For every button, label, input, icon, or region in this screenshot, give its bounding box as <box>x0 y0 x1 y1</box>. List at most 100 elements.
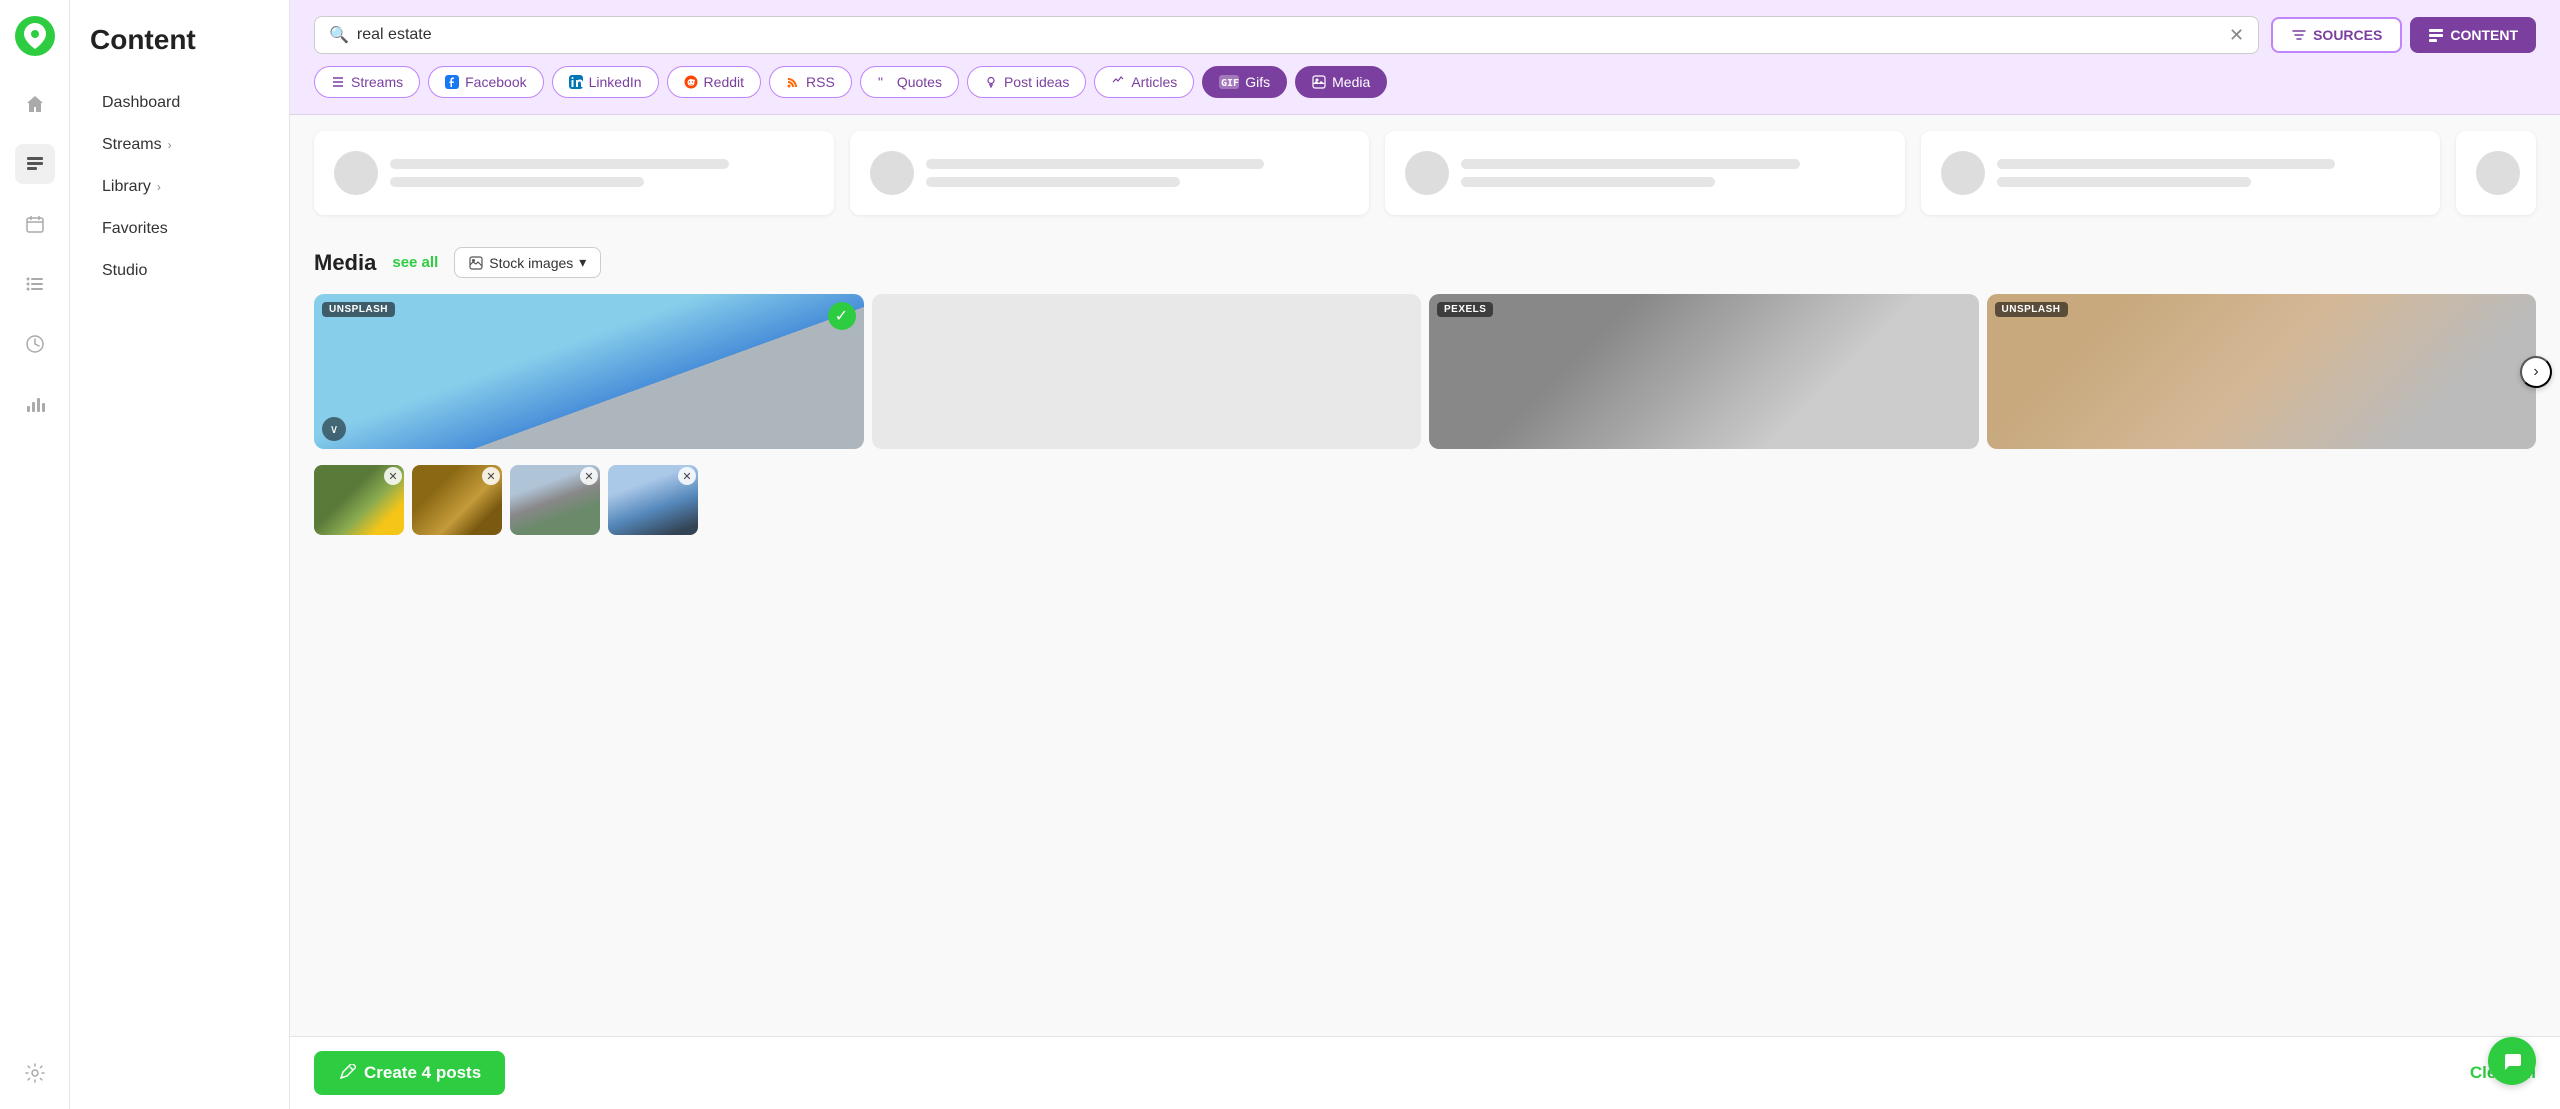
search-icon: 🔍 <box>329 25 349 45</box>
card-line <box>1461 159 1800 169</box>
sidebar-item-streams[interactable]: Streams › <box>90 126 269 164</box>
media-selected-check: ✓ <box>828 302 856 330</box>
search-clear-button[interactable]: ✕ <box>2229 26 2244 44</box>
card-line <box>926 177 1180 187</box>
sidebar-item-studio[interactable]: Studio <box>90 252 269 290</box>
selected-thumb-eagle[interactable]: ✕ <box>314 465 404 535</box>
chevron-right-icon: › <box>157 180 161 194</box>
card-avatar <box>2476 151 2520 195</box>
section-header: Media see all Stock images ▾ <box>314 247 2536 278</box>
content-area: Media see all Stock images ▾ UNSPLASH ✓ … <box>290 115 2560 1036</box>
chevron-right-icon: › <box>168 138 172 152</box>
filter-tab-articles[interactable]: Articles <box>1094 66 1194 98</box>
filter-tab-reddit[interactable]: Reddit <box>667 66 761 98</box>
card-line <box>390 177 644 187</box>
top-bar: 🔍 ✕ SOURCES CONTENT Streams <box>290 0 2560 115</box>
sidebar-item-label: Library <box>102 178 151 196</box>
bottom-bar: Create 4 posts Clear all <box>290 1036 2560 1109</box>
filter-tab-quotes[interactable]: " Quotes <box>860 66 959 98</box>
search-row: 🔍 ✕ SOURCES CONTENT <box>314 16 2536 54</box>
card-lines <box>1461 159 1885 187</box>
stock-images-button[interactable]: Stock images ▾ <box>454 247 601 278</box>
top-right-buttons: SOURCES CONTENT <box>2271 17 2536 53</box>
remove-thumb-button[interactable]: ✕ <box>678 467 696 485</box>
settings-icon[interactable] <box>15 1053 55 1093</box>
media-next-button[interactable]: › <box>2520 356 2552 388</box>
sidebar-item-favorites[interactable]: Favorites <box>90 210 269 248</box>
media-section: Media see all Stock images ▾ UNSPLASH ✓ … <box>290 231 2560 465</box>
search-box: 🔍 ✕ <box>314 16 2259 54</box>
main-content: 🔍 ✕ SOURCES CONTENT Streams <box>290 0 2560 1109</box>
svg-text:": " <box>878 75 883 89</box>
calendar-icon[interactable] <box>15 204 55 244</box>
sidebar-item-label: Streams <box>102 136 162 154</box>
chevron-down-icon: ▾ <box>579 254 586 271</box>
media-badge-unsplash: UNSPLASH <box>322 302 395 317</box>
sidebar-item-label: Favorites <box>102 220 168 238</box>
home-icon[interactable] <box>15 84 55 124</box>
filter-tab-facebook[interactable]: Facebook <box>428 66 543 98</box>
selected-thumb-lion[interactable]: ✕ <box>412 465 502 535</box>
see-all-link[interactable]: see all <box>392 254 438 271</box>
sidebar-item-library[interactable]: Library › <box>90 168 269 206</box>
card-avatar <box>1405 151 1449 195</box>
sources-button[interactable]: SOURCES <box>2271 17 2402 53</box>
media-item-1[interactable]: UNSPLASH ✓ ∨ <box>314 294 864 449</box>
card-avatar <box>870 151 914 195</box>
create-posts-button[interactable]: Create 4 posts <box>314 1051 505 1095</box>
filter-tab-streams[interactable]: Streams <box>314 66 420 98</box>
remove-thumb-button[interactable]: ✕ <box>482 467 500 485</box>
card-item <box>1385 131 1905 215</box>
list-icon[interactable] <box>15 264 55 304</box>
content-icon[interactable] <box>15 144 55 184</box>
media-badge-unsplash-2: UNSPLASH <box>1995 302 2068 317</box>
create-posts-label: Create 4 posts <box>364 1063 481 1083</box>
filter-tab-media[interactable]: Media <box>1295 66 1387 98</box>
card-avatar <box>334 151 378 195</box>
chat-bubble-button[interactable] <box>2488 1037 2536 1085</box>
card-item <box>850 131 1370 215</box>
sidebar-item-label: Studio <box>102 262 147 280</box>
card-item <box>2456 131 2536 215</box>
media-item-4[interactable]: UNSPLASH <box>1987 294 2537 449</box>
schedule-icon[interactable] <box>15 324 55 364</box>
svg-text:GIF: GIF <box>1221 78 1239 89</box>
media-item-3[interactable]: PEXELS <box>1429 294 1979 449</box>
card-item <box>314 131 834 215</box>
sidebar-item-label: Dashboard <box>102 94 180 112</box>
search-input[interactable] <box>357 26 2221 44</box>
card-line <box>926 159 1265 169</box>
app-logo[interactable] <box>15 16 55 56</box>
media-grid: UNSPLASH ✓ ∨ PEXELS UNSPLASH › <box>314 294 2536 449</box>
filter-tab-rss[interactable]: RSS <box>769 66 852 98</box>
cards-row <box>290 115 2560 231</box>
filter-tab-post-ideas[interactable]: Post ideas <box>967 66 1086 98</box>
sidebar-item-dashboard[interactable]: Dashboard <box>90 84 269 122</box>
card-line <box>1461 177 1715 187</box>
card-line <box>1997 177 2251 187</box>
filter-tab-gifs[interactable]: GIF Gifs <box>1202 66 1287 98</box>
sidebar-nav: Dashboard Streams › Library › Favorites … <box>90 84 269 290</box>
content-button[interactable]: CONTENT <box>2410 17 2536 53</box>
media-item-2[interactable] <box>872 294 1422 449</box>
sidebar-title: Content <box>90 24 269 56</box>
media-badge-pexels: PEXELS <box>1437 302 1493 317</box>
media-section-title: Media <box>314 250 376 276</box>
icon-bar <box>0 0 70 1109</box>
card-item <box>1921 131 2441 215</box>
card-line <box>390 159 729 169</box>
card-lines <box>1997 159 2421 187</box>
analytics-icon[interactable] <box>15 384 55 424</box>
selected-thumb-city[interactable]: ✕ <box>608 465 698 535</box>
card-avatar <box>1941 151 1985 195</box>
card-lines <box>390 159 814 187</box>
selected-thumb-person[interactable]: ✕ <box>510 465 600 535</box>
sidebar: Content Dashboard Streams › Library › Fa… <box>70 0 290 1109</box>
card-line <box>1997 159 2336 169</box>
card-lines <box>926 159 1350 187</box>
remove-thumb-button[interactable]: ✕ <box>580 467 598 485</box>
remove-thumb-button[interactable]: ✕ <box>384 467 402 485</box>
media-expand-button[interactable]: ∨ <box>322 417 346 441</box>
filter-tabs: Streams Facebook LinkedIn Reddit RSS <box>314 66 2536 98</box>
filter-tab-linkedin[interactable]: LinkedIn <box>552 66 659 98</box>
